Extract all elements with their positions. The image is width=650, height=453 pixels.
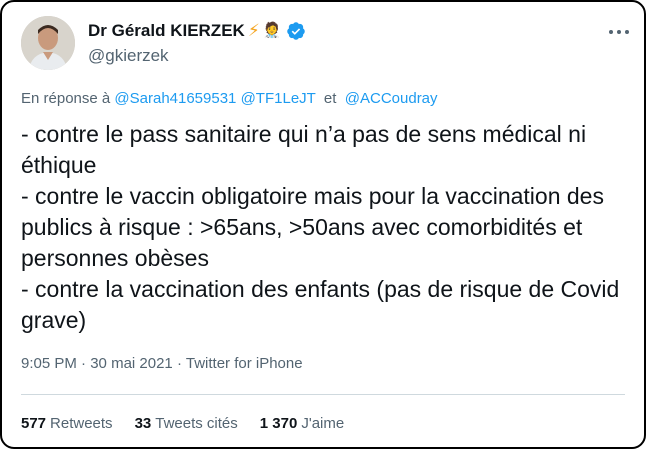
tweet-stats: 577 Retweets 33 Tweets cités 1 370 J'aime	[21, 415, 344, 432]
retweets-stat[interactable]: 577 Retweets	[21, 415, 113, 432]
reply-prefix: En réponse à	[21, 90, 111, 107]
tweet-date[interactable]: 30 mai 2021	[90, 355, 173, 372]
avatar[interactable]	[21, 16, 75, 70]
reply-context: En réponse à @Sarah41659531 @TF1LeJT et …	[21, 90, 438, 107]
retweets-count: 577	[21, 415, 47, 432]
tweet-source[interactable]: Twitter for iPhone	[186, 355, 303, 372]
meta-separator: ·	[81, 355, 87, 372]
more-options-icon[interactable]	[608, 28, 630, 36]
tweet-card: Dr Gérald KIERZEK ⚡ 🧑‍⚕️ @gkierzek En ré…	[0, 0, 646, 449]
reply-connector: et	[323, 90, 337, 107]
avatar-image	[21, 16, 75, 70]
tweet-line: - contre la vaccination des enfants (pas…	[21, 276, 620, 333]
tweet-meta: 9:05 PM · 30 mai 2021 · Twitter for iPho…	[21, 355, 303, 372]
likes-count: 1 370	[259, 415, 298, 432]
tweet-line: - contre le pass sanitaire qui n’a pas d…	[21, 121, 587, 178]
author-name-row[interactable]: Dr Gérald KIERZEK ⚡ 🧑‍⚕️	[88, 20, 306, 42]
author-name[interactable]: Dr Gérald KIERZEK	[88, 20, 245, 42]
mention-link[interactable]: @ACCoudray	[345, 90, 438, 107]
lightning-icon: ⚡	[247, 21, 260, 40]
likes-stat[interactable]: 1 370 J'aime	[260, 415, 344, 432]
mention-link[interactable]: @TF1LeJT	[241, 90, 316, 107]
author-handle[interactable]: @gkierzek	[88, 45, 169, 67]
tweet-line: - contre le vaccin obligatoire mais pour…	[21, 183, 604, 271]
health-worker-icon: 🧑‍⚕️	[262, 22, 282, 39]
tweet-time[interactable]: 9:05 PM	[21, 355, 77, 372]
quotes-label: Tweets cités	[155, 415, 238, 432]
retweets-label: Retweets	[50, 415, 113, 432]
likes-label: J'aime	[301, 415, 345, 432]
quotes-count: 33	[134, 415, 152, 432]
divider	[21, 394, 625, 395]
quotes-stat[interactable]: 33 Tweets cités	[135, 415, 238, 432]
verified-badge-icon	[287, 22, 306, 40]
tweet-text: - contre le pass sanitaire qui n’a pas d…	[21, 119, 631, 336]
mention-link[interactable]: @Sarah41659531	[114, 90, 236, 107]
meta-separator: ·	[176, 355, 182, 372]
